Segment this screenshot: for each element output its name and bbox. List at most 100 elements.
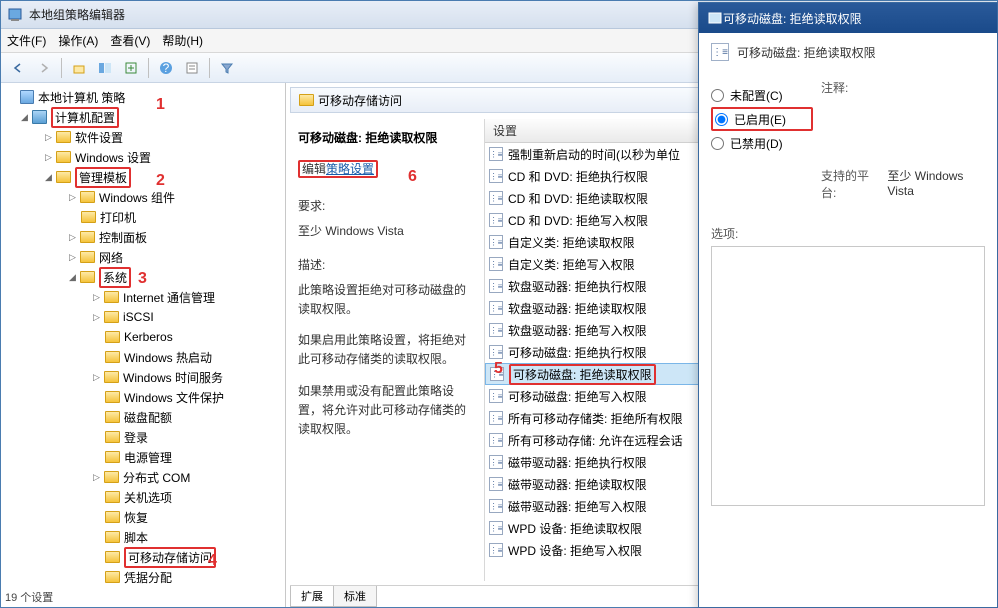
expander-icon[interactable]	[7, 92, 18, 103]
tree-windows-time[interactable]: ▷ Windows 时间服务	[1, 367, 285, 387]
properties-button[interactable]	[181, 57, 203, 79]
tree-credential-delegation[interactable]: 凭据分配	[1, 567, 285, 587]
tree-label: Windows 热启动	[124, 349, 212, 366]
tree-label: Windows 设置	[75, 149, 151, 166]
list-item-label: 软盘驱动器: 拒绝执行权限	[508, 278, 647, 295]
tree-windows-settings[interactable]: ▷ Windows 设置	[1, 147, 285, 167]
annotation-6: 6	[408, 168, 417, 186]
filter-button[interactable]	[216, 57, 238, 79]
menu-action[interactable]: 操作(A)	[58, 32, 98, 49]
status-bar: 19 个设置	[5, 589, 53, 607]
menu-file[interactable]: 文件(F)	[7, 32, 46, 49]
tree-network[interactable]: ▷网络	[1, 247, 285, 267]
tree-windows-components[interactable]: ▷Windows 组件	[1, 187, 285, 207]
expander-icon[interactable]: ▷	[43, 132, 54, 143]
radio-enabled[interactable]: 已启用(E)	[711, 107, 813, 131]
tree-computer-config[interactable]: ◢计算机配置	[1, 107, 285, 127]
tree-kerberos[interactable]: Kerberos	[1, 327, 285, 347]
expander-icon[interactable]: ◢	[19, 112, 30, 123]
policy-dialog: 可移动磁盘: 拒绝读取权限 ⋮≡ 可移动磁盘: 拒绝读取权限 未配置(C) 已启…	[698, 2, 998, 608]
help-button[interactable]: ?	[155, 57, 177, 79]
annotation-2: 2	[156, 172, 165, 190]
policy-icon: ⋮≡	[489, 191, 503, 205]
policy-icon: ⋮≡	[489, 411, 503, 425]
tree-scripts[interactable]: 脚本	[1, 527, 285, 547]
radio-input[interactable]	[711, 137, 724, 150]
tree-iscsi[interactable]: ▷ iSCSI	[1, 307, 285, 327]
tree-label: 磁盘配额	[124, 409, 172, 426]
radio-not-configured[interactable]: 未配置(C)	[711, 83, 821, 107]
supported-row: 支持的平台: 至少 Windows Vista	[711, 167, 985, 201]
requirements-label: 要求:	[298, 197, 476, 216]
policy-icon: ⋮≡	[489, 257, 503, 271]
forward-button[interactable]	[33, 57, 55, 79]
policy-icon: ⋮≡	[489, 323, 503, 337]
tree-power-mgmt[interactable]: 电源管理	[1, 447, 285, 467]
policy-icon: ⋮≡	[711, 43, 729, 61]
tab-standard[interactable]: 标准	[333, 586, 377, 607]
folder-icon	[105, 431, 120, 443]
tree-shutdown-options[interactable]: 关机选项	[1, 487, 285, 507]
tree-recovery[interactable]: 恢复	[1, 507, 285, 527]
tree-label: 电源管理	[124, 449, 172, 466]
menu-help[interactable]: 帮助(H)	[162, 32, 203, 49]
tree-label: Windows 文件保护	[124, 389, 224, 406]
tree-software-settings[interactable]: ▷软件设置	[1, 127, 285, 147]
list-item-label: 磁带驱动器: 拒绝读取权限	[508, 476, 647, 493]
folder-icon	[104, 471, 119, 483]
list-item-label: CD 和 DVD: 拒绝读取权限	[508, 190, 648, 207]
tree-label: Windows 时间服务	[123, 369, 223, 386]
description-label: 描述:	[298, 256, 476, 275]
tree-internet-comm[interactable]: ▷Internet 通信管理	[1, 287, 285, 307]
expander-icon[interactable]: ▷	[91, 372, 102, 383]
expander-icon[interactable]: ◢	[67, 272, 78, 283]
tree-printers[interactable]: 打印机	[1, 207, 285, 227]
tree-dcom[interactable]: ▷分布式 COM	[1, 467, 285, 487]
tree-label: 脚本	[124, 529, 148, 546]
up-button[interactable]	[68, 57, 90, 79]
folder-icon	[81, 211, 96, 223]
tree-label: iSCSI	[123, 310, 154, 324]
menu-view[interactable]: 查看(V)	[110, 32, 150, 49]
tab-extended[interactable]: 扩展	[290, 586, 334, 607]
tree-logon[interactable]: 登录	[1, 427, 285, 447]
radio-input[interactable]	[715, 113, 728, 126]
folder-icon	[105, 451, 120, 463]
expander-icon[interactable]: ▷	[67, 232, 78, 243]
tree-windows-file-protect[interactable]: Windows 文件保护	[1, 387, 285, 407]
tree-pane[interactable]: 本地计算机 策略 ◢计算机配置 ▷软件设置 ▷Windows 设置 ◢管理模板 …	[1, 83, 286, 607]
tree-disk-quotas[interactable]: 磁盘配额	[1, 407, 285, 427]
tree-label: 管理模板	[75, 167, 131, 188]
tree-control-panel[interactable]: ▷控制面板	[1, 227, 285, 247]
dialog-title: 可移动磁盘: 拒绝读取权限	[723, 10, 989, 27]
list-item-label: 磁带驱动器: 拒绝写入权限	[508, 498, 647, 515]
folder-icon	[80, 191, 95, 203]
policy-icon: ⋮≡	[489, 477, 503, 491]
tree-label: Kerberos	[124, 330, 173, 344]
expander-icon[interactable]: ▷	[91, 292, 102, 303]
edit-policy-link[interactable]: 策略设置	[326, 160, 374, 179]
radio-disabled[interactable]: 已禁用(D)	[711, 131, 821, 155]
expander-icon[interactable]: ▷	[67, 252, 78, 263]
list-item-label: 自定义类: 拒绝读取权限	[508, 234, 635, 251]
expander-icon[interactable]: ▷	[43, 152, 54, 163]
tree-removable-storage[interactable]: 可移动存储访问	[1, 547, 285, 567]
list-item-label: 可移动磁盘: 拒绝读取权限	[509, 364, 656, 385]
show-hide-tree-button[interactable]	[94, 57, 116, 79]
radio-input[interactable]	[711, 89, 724, 102]
tree-root[interactable]: 本地计算机 策略	[1, 87, 285, 107]
folder-icon	[105, 551, 120, 563]
expander-icon[interactable]: ▷	[91, 312, 102, 323]
tree-admin-templates[interactable]: ◢ 管理模板	[1, 167, 285, 187]
expander-icon[interactable]: ◢	[43, 172, 54, 183]
annotation-5: 5	[494, 360, 503, 378]
export-button[interactable]	[120, 57, 142, 79]
dialog-body: ⋮≡ 可移动磁盘: 拒绝读取权限 未配置(C) 已启用(E) 已禁用(D) 注释…	[699, 33, 997, 516]
expander-icon[interactable]: ▷	[91, 472, 102, 483]
list-item-label: 软盘驱动器: 拒绝读取权限	[508, 300, 647, 317]
list-item-label: 自定义类: 拒绝写入权限	[508, 256, 635, 273]
dialog-subtitle-row: ⋮≡ 可移动磁盘: 拒绝读取权限	[711, 43, 985, 61]
expander-icon[interactable]: ▷	[67, 192, 78, 203]
tree-windows-hotstart[interactable]: Windows 热启动	[1, 347, 285, 367]
back-button[interactable]	[7, 57, 29, 79]
